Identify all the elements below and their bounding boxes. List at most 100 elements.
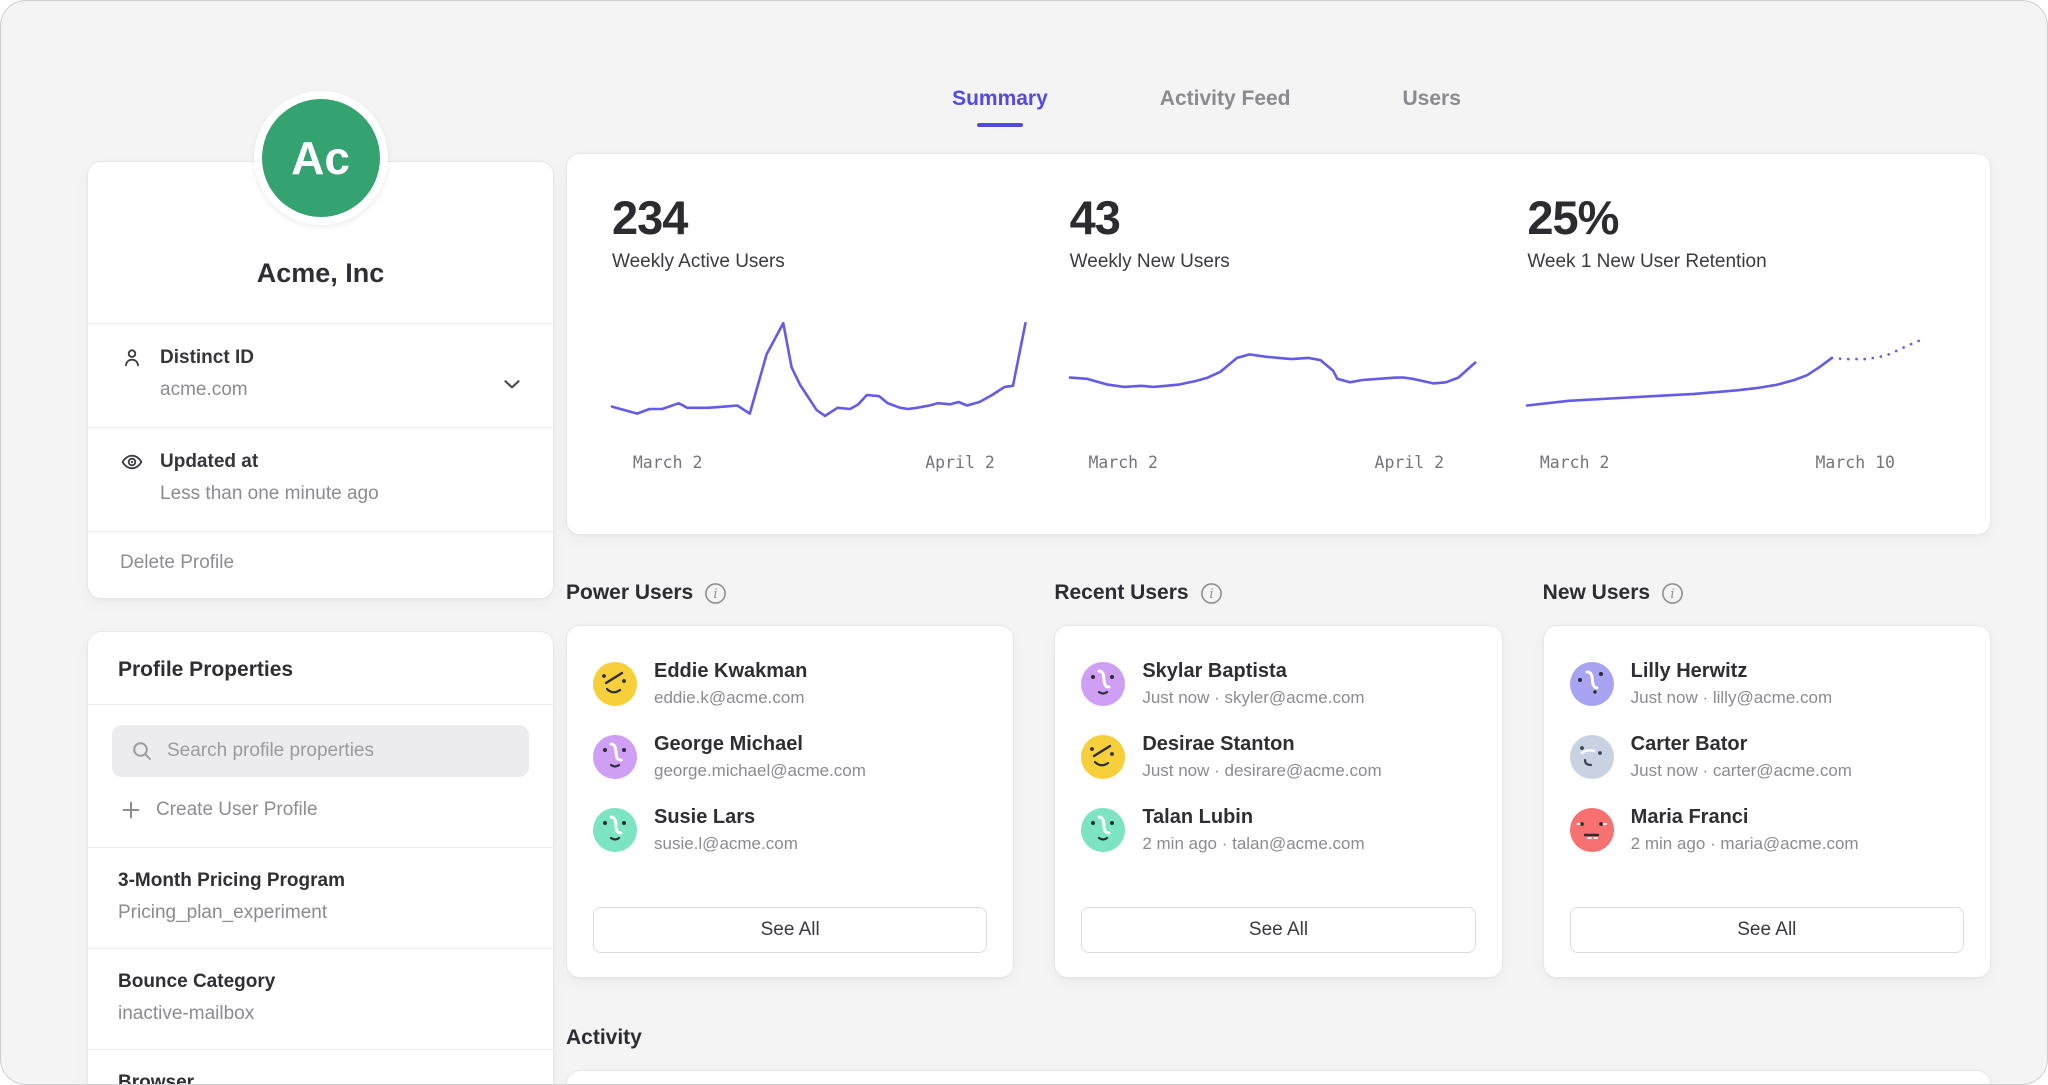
user-avatar xyxy=(593,735,637,779)
company-name: Acme, Inc xyxy=(88,258,553,323)
stat-week1-retention: 25% Week 1 New User Retention March 2Mar… xyxy=(1527,190,1945,508)
power-users-card: Eddie Kwakman eddie.k@acme.com George Mi… xyxy=(566,625,1014,978)
chart-x-axis: March 2 April 2 xyxy=(1070,453,1488,479)
power-users-header: Power Users i xyxy=(566,581,1014,605)
user-avatar xyxy=(1570,808,1614,852)
user-row[interactable]: Maria Franci 2 min ago · maria@acme.com xyxy=(1570,806,1964,854)
chart-tick-label: March 2 xyxy=(633,453,703,472)
squiggle-face-icon xyxy=(1081,808,1125,852)
user-subtitle: susie.l@acme.com xyxy=(654,834,798,854)
stat-value: 234 xyxy=(612,190,1030,245)
plus-icon xyxy=(120,799,142,821)
user-cards-row: Eddie Kwakman eddie.k@acme.com George Mi… xyxy=(566,625,1991,978)
user-name: Eddie Kwakman xyxy=(654,660,807,683)
user-subtitle: Just now · carter@acme.com xyxy=(1631,761,1852,781)
stat-label: Weekly New Users xyxy=(1070,251,1488,273)
recent-users-card: Skylar Baptista Just now · skyler@acme.c… xyxy=(1054,625,1502,978)
week1-retention-sparkline xyxy=(1527,303,1945,443)
stat-weekly-active-users: 234 Weekly Active Users March 2 April 2 xyxy=(612,190,1030,508)
squiggle-face-icon xyxy=(1081,662,1125,706)
recent-users-title: Recent Users xyxy=(1054,581,1188,605)
new-users-card: Lilly Herwitz Just now · lilly@acme.com … xyxy=(1543,625,1991,978)
chart-tick-label: April 2 xyxy=(1375,453,1445,472)
info-icon[interactable]: i xyxy=(704,582,727,605)
user-avatar xyxy=(1570,735,1614,779)
user-row[interactable]: Talan Lubin 2 min ago · talan@acme.com xyxy=(1081,806,1475,854)
user-row[interactable]: Skylar Baptista Just now · skyler@acme.c… xyxy=(1081,660,1475,708)
updated-at-row: Updated at Less than one minute ago xyxy=(88,427,553,531)
property-label: Bounce Category xyxy=(118,971,523,993)
property-row: Browser Chrome xyxy=(88,1049,553,1085)
user-row[interactable]: Carter Bator Just now · carter@acme.com xyxy=(1570,733,1964,781)
app-window: Ac Acme, Inc Distinct ID acme.com xyxy=(0,0,2048,1085)
stat-value: 43 xyxy=(1070,190,1488,245)
info-icon[interactable]: i xyxy=(1661,582,1684,605)
svg-text:i: i xyxy=(714,587,718,602)
create-user-profile-label: Create User Profile xyxy=(156,799,318,821)
squiggle-face-icon xyxy=(593,808,637,852)
delete-profile-button[interactable]: Delete Profile xyxy=(88,531,553,598)
user-row[interactable]: Lilly Herwitz Just now · lilly@acme.com xyxy=(1570,660,1964,708)
profile-properties-search[interactable] xyxy=(112,725,529,777)
sparkline-chart xyxy=(1070,303,1488,443)
tab-bar: Summary Activity Feed Users xyxy=(494,1,1919,125)
user-subtitle: eddie.k@acme.com xyxy=(654,688,807,708)
chart-x-axis: March 2 April 2 xyxy=(612,453,1030,479)
profile-sidebar: Ac Acme, Inc Distinct ID acme.com xyxy=(87,91,554,1085)
user-name: George Michael xyxy=(654,733,866,756)
flat-face-icon xyxy=(1570,808,1614,852)
search-input[interactable] xyxy=(167,740,511,762)
user-name: Talan Lubin xyxy=(1142,806,1364,829)
see-all-button[interactable]: See All xyxy=(593,907,987,953)
see-all-button[interactable]: See All xyxy=(1570,907,1964,953)
user-subtitle: Just now · desirare@acme.com xyxy=(1142,761,1381,781)
create-user-profile-button[interactable]: Create User Profile xyxy=(112,777,529,841)
user-subtitle: Just now · skyler@acme.com xyxy=(1142,688,1364,708)
user-name: Carter Bator xyxy=(1631,733,1852,756)
user-section-headers: Power Users i Recent Users i xyxy=(566,581,1991,605)
person-icon xyxy=(120,346,144,370)
recent-users-header: Recent Users i xyxy=(1054,581,1502,605)
squiggle-face-icon xyxy=(1570,662,1614,706)
user-subtitle: 2 min ago · talan@acme.com xyxy=(1142,834,1364,854)
info-icon[interactable]: i xyxy=(1200,582,1223,605)
power-users-title: Power Users xyxy=(566,581,693,605)
user-subtitle: 2 min ago · maria@acme.com xyxy=(1631,834,1859,854)
svg-text:i: i xyxy=(1209,587,1213,602)
property-value: Pricing_plan_experiment xyxy=(118,902,523,924)
wink-face-icon xyxy=(593,662,637,706)
weekly-active-users-sparkline xyxy=(612,303,1030,443)
chart-tick-label: April 2 xyxy=(925,453,995,472)
user-row[interactable]: George Michael george.michael@acme.com xyxy=(593,733,987,781)
new-users-header: New Users i xyxy=(1543,581,1991,605)
sparkline-chart xyxy=(1527,303,1945,443)
user-row[interactable]: Susie Lars susie.l@acme.com xyxy=(593,806,987,854)
profile-properties-card: Profile Properties xyxy=(87,631,554,1085)
property-row: 3-Month Pricing Program Pricing_plan_exp… xyxy=(88,847,553,948)
user-name: Skylar Baptista xyxy=(1142,660,1364,683)
tab-users[interactable]: Users xyxy=(1403,87,1461,125)
user-subtitle: george.michael@acme.com xyxy=(654,761,866,781)
wink-face-icon xyxy=(1081,735,1125,779)
profile-properties-body: Create User Profile xyxy=(88,704,553,847)
user-avatar xyxy=(1570,662,1614,706)
eye-icon xyxy=(120,450,144,474)
property-label: Browser xyxy=(118,1072,523,1085)
user-row[interactable]: Desirae Stanton Just now · desirare@acme… xyxy=(1081,733,1475,781)
chevron-down-icon[interactable] xyxy=(499,371,525,397)
user-row[interactable]: Eddie Kwakman eddie.k@acme.com xyxy=(593,660,987,708)
distinct-id-value: acme.com xyxy=(160,379,521,401)
chart-tick-label: March 2 xyxy=(1088,453,1158,472)
weekly-new-users-sparkline xyxy=(1070,303,1488,443)
summary-stats-card: 234 Weekly Active Users March 2 April 2 4… xyxy=(566,153,1991,535)
stat-weekly-new-users: 43 Weekly New Users March 2 April 2 xyxy=(1070,190,1488,508)
stat-label: Weekly Active Users xyxy=(612,251,1030,273)
tab-summary[interactable]: Summary xyxy=(952,87,1048,125)
company-avatar: Ac xyxy=(254,91,388,225)
squiggle-face-icon xyxy=(593,735,637,779)
user-avatar xyxy=(593,662,637,706)
company-profile-card: Acme, Inc Distinct ID acme.com xyxy=(87,161,554,599)
see-all-button[interactable]: See All xyxy=(1081,907,1475,953)
company-avatar-initials: Ac xyxy=(262,99,380,217)
tab-activity-feed[interactable]: Activity Feed xyxy=(1160,87,1291,125)
